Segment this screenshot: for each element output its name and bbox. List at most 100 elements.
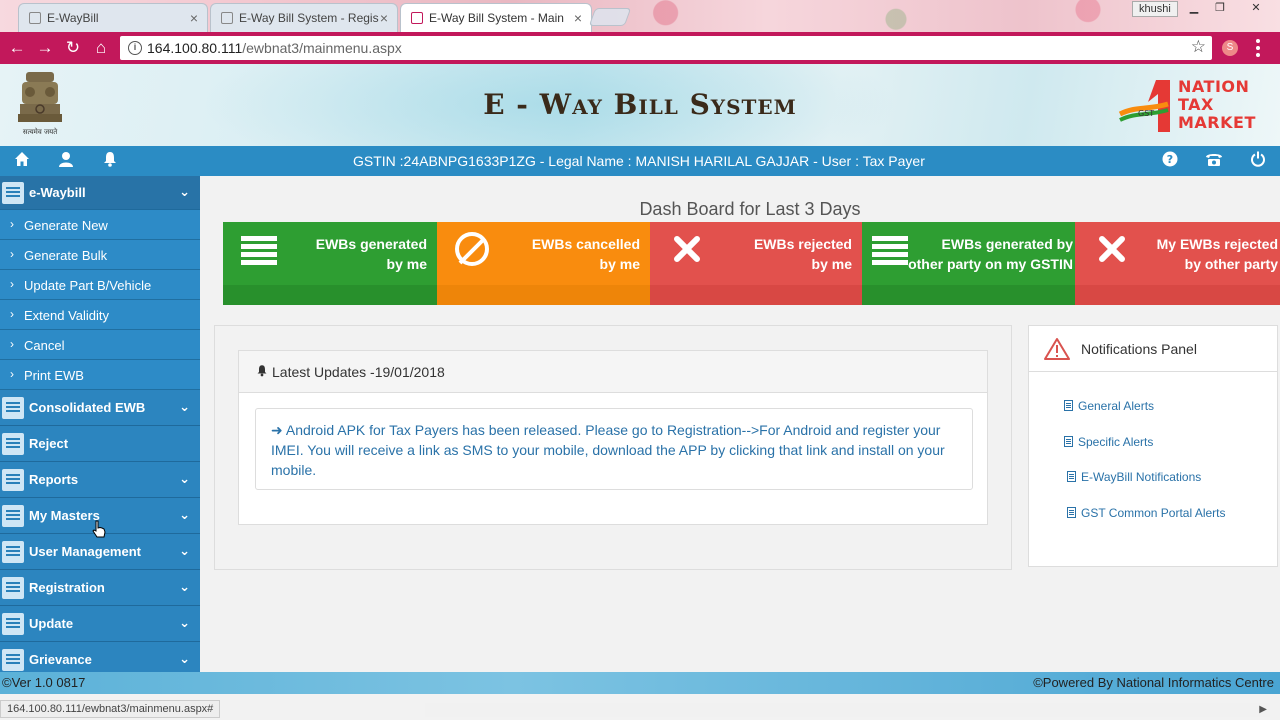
close-icon[interactable]: ×: [574, 10, 582, 26]
reload-icon[interactable]: ↻: [62, 37, 84, 59]
page-icon: [221, 12, 233, 24]
report-icon: [2, 469, 24, 491]
sidebar-item-registration[interactable]: Registration ⌄: [0, 570, 200, 606]
masters-icon: [2, 505, 24, 527]
back-icon[interactable]: ←: [6, 37, 28, 59]
forward-icon[interactable]: →: [34, 37, 56, 59]
document-icon: [1064, 436, 1073, 447]
user-info-bar: GSTIN :24ABNPG1633P1ZG - Legal Name : MA…: [0, 146, 1280, 176]
id-card-icon: [2, 649, 24, 671]
power-icon[interactable]: [1247, 151, 1269, 171]
document-icon: [1064, 400, 1073, 411]
browser-tab-2[interactable]: E-Way Bill System - Regis ×: [210, 3, 398, 32]
chevron-down-icon: ⌄: [179, 615, 190, 630]
sidebar-item-label: Update Part B/Vehicle: [24, 278, 152, 293]
tab-title: E-Way Bill System - Main: [429, 11, 564, 25]
card-caption: My EWBs rejected by other party: [1156, 236, 1278, 272]
bell-icon[interactable]: [99, 151, 121, 171]
bookmark-star-icon[interactable]: ☆: [1191, 37, 1206, 57]
horizontal-scrollbar[interactable]: ▶: [425, 703, 1270, 717]
sidebar-item-label: Generate New: [24, 218, 108, 233]
card-footer: [437, 285, 650, 305]
browser-menu-icon[interactable]: [1256, 39, 1260, 57]
link-status-url: 164.100.80.111/ewbnat3/mainmenu.aspx#: [0, 700, 221, 718]
sidebar-item-reject[interactable]: Reject: [0, 426, 200, 462]
sidebar-item-label: Reject: [29, 436, 69, 451]
gstin-legal-name: GSTIN :24ABNPG1633P1ZG - Legal Name : MA…: [353, 153, 925, 169]
sidebar-item-label: My Masters: [29, 508, 100, 523]
card-ewb-generated[interactable]: EWBs generated by me: [223, 222, 437, 305]
sidebar-item-consolidated-ewb[interactable]: Consolidated EWB ⌄: [0, 390, 200, 426]
notification-link-general[interactable]: General Alerts: [1064, 399, 1154, 413]
browser-tabstrip: E-WayBill × E-Way Bill System - Regis × …: [0, 0, 1280, 32]
svg-text:?: ?: [1167, 153, 1173, 166]
sidebar-item-grievance[interactable]: Grievance ⌄: [0, 642, 200, 672]
chevron-right-icon: ›: [10, 307, 14, 321]
home-icon[interactable]: [11, 151, 33, 171]
home-icon[interactable]: ⌂: [90, 37, 112, 59]
card-ewb-rejected[interactable]: EWBs rejected by me: [650, 222, 862, 305]
page-icon: [29, 12, 41, 24]
sidebar-item-cancel[interactable]: › Cancel: [0, 330, 200, 360]
card-footer: [650, 285, 862, 305]
profile-badge[interactable]: khushi: [1132, 1, 1178, 17]
update-message: ➜ Android APK for Tax Payers has been re…: [255, 408, 973, 490]
close-icon[interactable]: ×: [190, 10, 198, 26]
scroll-right-icon[interactable]: ▶: [1259, 704, 1267, 715]
sidebar-item-extend-validity[interactable]: › Extend Validity: [0, 300, 200, 330]
sidebar-item-generate-new[interactable]: › Generate New: [0, 210, 200, 240]
extension-icon[interactable]: S: [1222, 40, 1238, 56]
sidebar-item-label: Grievance: [29, 652, 92, 667]
address-bar[interactable]: i 164.100.80.111/ewbnat3/mainmenu.aspx ☆: [120, 36, 1212, 60]
sidebar-item-ewaybill[interactable]: e-Waybill ⌄: [0, 176, 200, 210]
card-caption: EWBs cancelled by me: [531, 236, 640, 272]
chevron-down-icon: ⌄: [179, 651, 190, 666]
sidebar-item-print-ewb[interactable]: › Print EWB: [0, 360, 200, 390]
sidebar-item-update-part-b[interactable]: › Update Part B/Vehicle: [0, 270, 200, 300]
notification-link-gst-portal[interactable]: GST Common Portal Alerts: [1067, 506, 1226, 520]
reject-document-icon: [2, 433, 24, 455]
info-icon[interactable]: i: [128, 41, 142, 55]
svg-text:GST: GST: [1138, 109, 1154, 118]
browser-tab-1[interactable]: E-WayBill ×: [18, 3, 208, 32]
latest-updates-panel: Latest Updates -19/01/2018 ➜ Android APK…: [238, 350, 988, 525]
latest-updates-title: Latest Updates -19/01/2018: [272, 364, 445, 380]
update-message-text: Android APK for Tax Payers has been rele…: [271, 422, 945, 478]
logo-mark-icon: GST: [1118, 80, 1170, 132]
notifications-title: Notifications Panel: [1081, 341, 1197, 357]
card-ewb-generated-other-party[interactable]: EWBs generated by other party on my GSTIN: [862, 222, 1075, 305]
sidebar-item-reports[interactable]: Reports ⌄: [0, 462, 200, 498]
sidebar-item-label: Consolidated EWB: [29, 400, 146, 415]
user-icon[interactable]: [55, 151, 77, 171]
id-card-icon: [2, 613, 24, 635]
x-icon: [1097, 234, 1137, 266]
tab-title: E-Way Bill System - Regis: [239, 11, 379, 25]
restore-icon[interactable]: ❐: [1210, 1, 1230, 17]
notification-link-ewaybill[interactable]: E-WayBill Notifications: [1067, 470, 1201, 484]
card-footer: [1075, 285, 1280, 305]
close-icon[interactable]: ×: [380, 10, 388, 26]
chevron-right-icon: ›: [10, 337, 14, 351]
copyright-icon: ©: [2, 675, 12, 690]
warning-icon: [1044, 338, 1070, 360]
sidebar-item-generate-bulk[interactable]: › Generate Bulk: [0, 240, 200, 270]
sidebar: e-Waybill ⌄ › Generate New › Generate Bu…: [0, 176, 200, 672]
site-title: E - Way Bill System: [483, 88, 797, 121]
help-icon[interactable]: ?: [1159, 151, 1181, 171]
card-ewb-cancelled[interactable]: EWBs cancelled by me: [437, 222, 650, 305]
new-tab-button[interactable]: [588, 8, 632, 26]
list-icon: [872, 236, 912, 268]
window-close-icon[interactable]: ✕: [1246, 1, 1266, 17]
notifications-panel: Notifications Panel General Alerts Speci…: [1028, 325, 1278, 567]
clipboard-icon: [2, 397, 24, 419]
minimize-icon[interactable]: ▁: [1184, 1, 1204, 17]
notifications-header: Notifications Panel: [1029, 326, 1277, 372]
browser-tab-3[interactable]: E-Way Bill System - Main ×: [400, 3, 592, 32]
phone-icon[interactable]: [1203, 151, 1225, 171]
sidebar-item-update[interactable]: Update ⌄: [0, 606, 200, 642]
notification-link-specific[interactable]: Specific Alerts: [1064, 435, 1153, 449]
logo-text: NATION TAX MARKET: [1178, 77, 1256, 132]
card-my-ewb-rejected[interactable]: My EWBs rejected by other party: [1075, 222, 1280, 305]
sidebar-item-label: e-Waybill: [29, 185, 86, 200]
chevron-right-icon: ›: [10, 217, 14, 231]
